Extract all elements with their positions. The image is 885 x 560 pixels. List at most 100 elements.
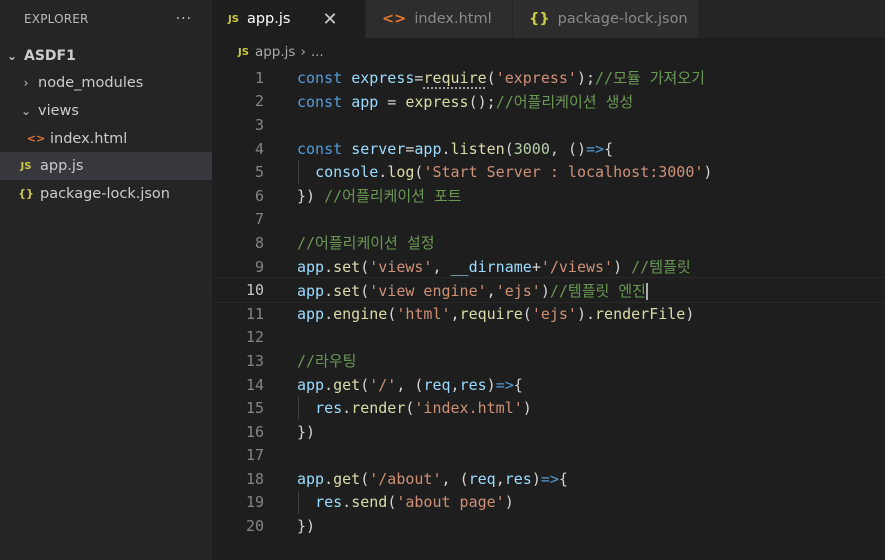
tab-app-js[interactable]: JS app.js ✕ xyxy=(212,0,366,38)
code-token: . xyxy=(342,493,352,512)
code-token: + xyxy=(531,258,541,277)
chevron-right-icon: › xyxy=(300,44,306,60)
tree-folder-views[interactable]: ⌄ views xyxy=(0,97,212,125)
code-text: //어플리케이션 설정 xyxy=(297,232,435,253)
json-file-icon: {} xyxy=(18,187,34,201)
code-token: express xyxy=(405,92,469,111)
line-number: 7 xyxy=(254,210,264,229)
line-number: 16 xyxy=(245,422,264,441)
tree-file-index-html[interactable]: <> index.html xyxy=(0,125,212,153)
code-text: const app = express();//어플리케이션 생성 xyxy=(297,91,633,112)
code-line[interactable]: 8 //어플리케이션 설정 xyxy=(212,231,885,255)
code-token: send xyxy=(351,493,388,512)
code-token: . xyxy=(324,304,334,323)
code-editor[interactable]: 1 const express=require('express');//모듈 가… xyxy=(211,66,885,538)
html-file-icon: <> xyxy=(382,11,407,27)
code-token: . xyxy=(441,139,451,158)
code-line[interactable]: 20}) xyxy=(212,514,885,538)
code-line[interactable]: 5 console.log('Start Server : localhost:… xyxy=(212,160,885,184)
code-token: req xyxy=(423,375,451,394)
breadcrumb-tail[interactable]: ... xyxy=(311,44,324,60)
code-token: ) xyxy=(540,281,550,300)
code-token: //모듈 가져오기 xyxy=(595,69,705,88)
line-number: 14 xyxy=(245,375,264,394)
code-line[interactable]: 7 xyxy=(212,208,885,232)
code-line[interactable]: 10 app.set('view engine','ejs')//템플릿 엔진 xyxy=(211,277,885,303)
more-actions-icon[interactable]: ··· xyxy=(176,11,192,27)
code-token: , xyxy=(495,469,505,488)
code-token: . xyxy=(378,163,388,182)
code-line[interactable]: 9 app.set('views', __dirname+'/views') //… xyxy=(212,255,885,279)
tab-label: package-lock.json xyxy=(557,11,688,27)
tab-label: app.js xyxy=(246,11,291,27)
tab-label: index.html xyxy=(414,11,492,27)
code-text: app.get('/', (req,res)=>{ xyxy=(297,376,523,394)
code-token: ( xyxy=(387,493,397,512)
code-token: const xyxy=(297,92,352,111)
code-token: '/about' xyxy=(369,469,442,488)
code-line[interactable]: 11 app.engine('html',require('ejs').rende… xyxy=(212,302,885,326)
code-text: //라우팅 xyxy=(297,350,356,371)
code-token: res xyxy=(504,469,532,488)
line-number: 19 xyxy=(245,493,264,512)
chevron-down-icon: ⌄ xyxy=(20,103,32,118)
code-token: server xyxy=(351,139,406,158)
code-line[interactable]: 13 //라우팅 xyxy=(212,349,885,373)
code-token: res xyxy=(315,399,343,418)
code-token: , xyxy=(450,304,460,323)
line-number: 13 xyxy=(245,351,264,370)
code-line[interactable]: 4 const server=app.listen(3000, ()=>{ xyxy=(212,137,885,161)
code-token: ( xyxy=(504,139,514,158)
code-token: ). xyxy=(576,304,596,323)
breadcrumb-file[interactable]: app.js xyxy=(255,44,296,60)
code-token: app xyxy=(297,281,325,300)
tree-file-app-js[interactable]: JS app.js xyxy=(0,152,212,180)
tab-package-lock-json[interactable]: {} package-lock.json xyxy=(513,0,699,38)
code-token: { xyxy=(604,139,614,158)
close-icon[interactable]: ✕ xyxy=(322,9,337,30)
code-token: __dirname xyxy=(450,258,532,277)
tree-root-folder[interactable]: ⌄ ASDF1 xyxy=(0,42,212,70)
code-token: app xyxy=(297,469,325,488)
code-token: ( xyxy=(360,281,370,300)
code-line[interactable]: 14 app.get('/', (req,res)=>{ xyxy=(212,373,885,397)
code-token: , xyxy=(549,139,568,158)
code-token: //어플리케이션 포트 xyxy=(324,187,462,206)
code-token: { xyxy=(513,375,523,394)
code-token: { xyxy=(558,469,568,488)
explorer-sidebar: EXPLORER ··· ⌄ ASDF1 › node_modules ⌄ vi… xyxy=(0,0,212,560)
code-line[interactable]: 18 app.get('/about', (req,res)=>{ xyxy=(212,467,885,491)
code-text: app.set('views', __dirname+'/views') //템… xyxy=(297,256,691,277)
code-token: }) xyxy=(297,517,316,536)
code-line[interactable]: 12 xyxy=(212,326,885,350)
line-number: 20 xyxy=(245,517,264,536)
code-token: console xyxy=(315,163,379,182)
code-token: app xyxy=(351,92,379,111)
code-line[interactable]: 19 res.send('about page') xyxy=(212,490,885,515)
code-text: app.set('view engine','ejs')//템플릿 엔진 xyxy=(297,280,648,301)
code-token: get xyxy=(333,469,361,488)
code-token: 'about page' xyxy=(396,493,505,512)
tree-item-label: package-lock.json xyxy=(40,185,170,202)
file-tree: ⌄ ASDF1 › node_modules ⌄ views <> index.… xyxy=(0,42,212,208)
code-token: engine xyxy=(333,304,388,323)
line-number: 12 xyxy=(245,328,264,347)
code-token: ( xyxy=(459,469,469,488)
code-line[interactable]: 6 }) //어플리케이션 포트 xyxy=(212,184,885,208)
code-line[interactable]: 2 const app = express();//어플리케이션 생성 xyxy=(212,90,885,114)
js-file-icon: JS xyxy=(20,160,32,172)
line-number: 6 xyxy=(254,186,264,205)
tree-file-package-lock-json[interactable]: {} package-lock.json xyxy=(0,180,212,208)
code-line[interactable]: 16}) xyxy=(212,420,885,444)
code-token: require xyxy=(423,69,487,88)
tree-folder-node-modules[interactable]: › node_modules xyxy=(0,70,212,98)
code-text: }) //어플리케이션 포트 xyxy=(297,185,462,206)
breadcrumb[interactable]: JS app.js › ... xyxy=(212,38,885,66)
code-line[interactable]: 17 xyxy=(212,444,885,468)
code-token: . xyxy=(324,469,334,488)
code-line[interactable]: 1 const express=require('express');//모듈 가… xyxy=(212,66,885,90)
indent-guide xyxy=(298,160,299,184)
code-line[interactable]: 3 xyxy=(212,113,885,137)
code-line[interactable]: 15 res.render('index.html') xyxy=(212,396,885,420)
tab-index-html[interactable]: <> index.html xyxy=(366,0,513,38)
